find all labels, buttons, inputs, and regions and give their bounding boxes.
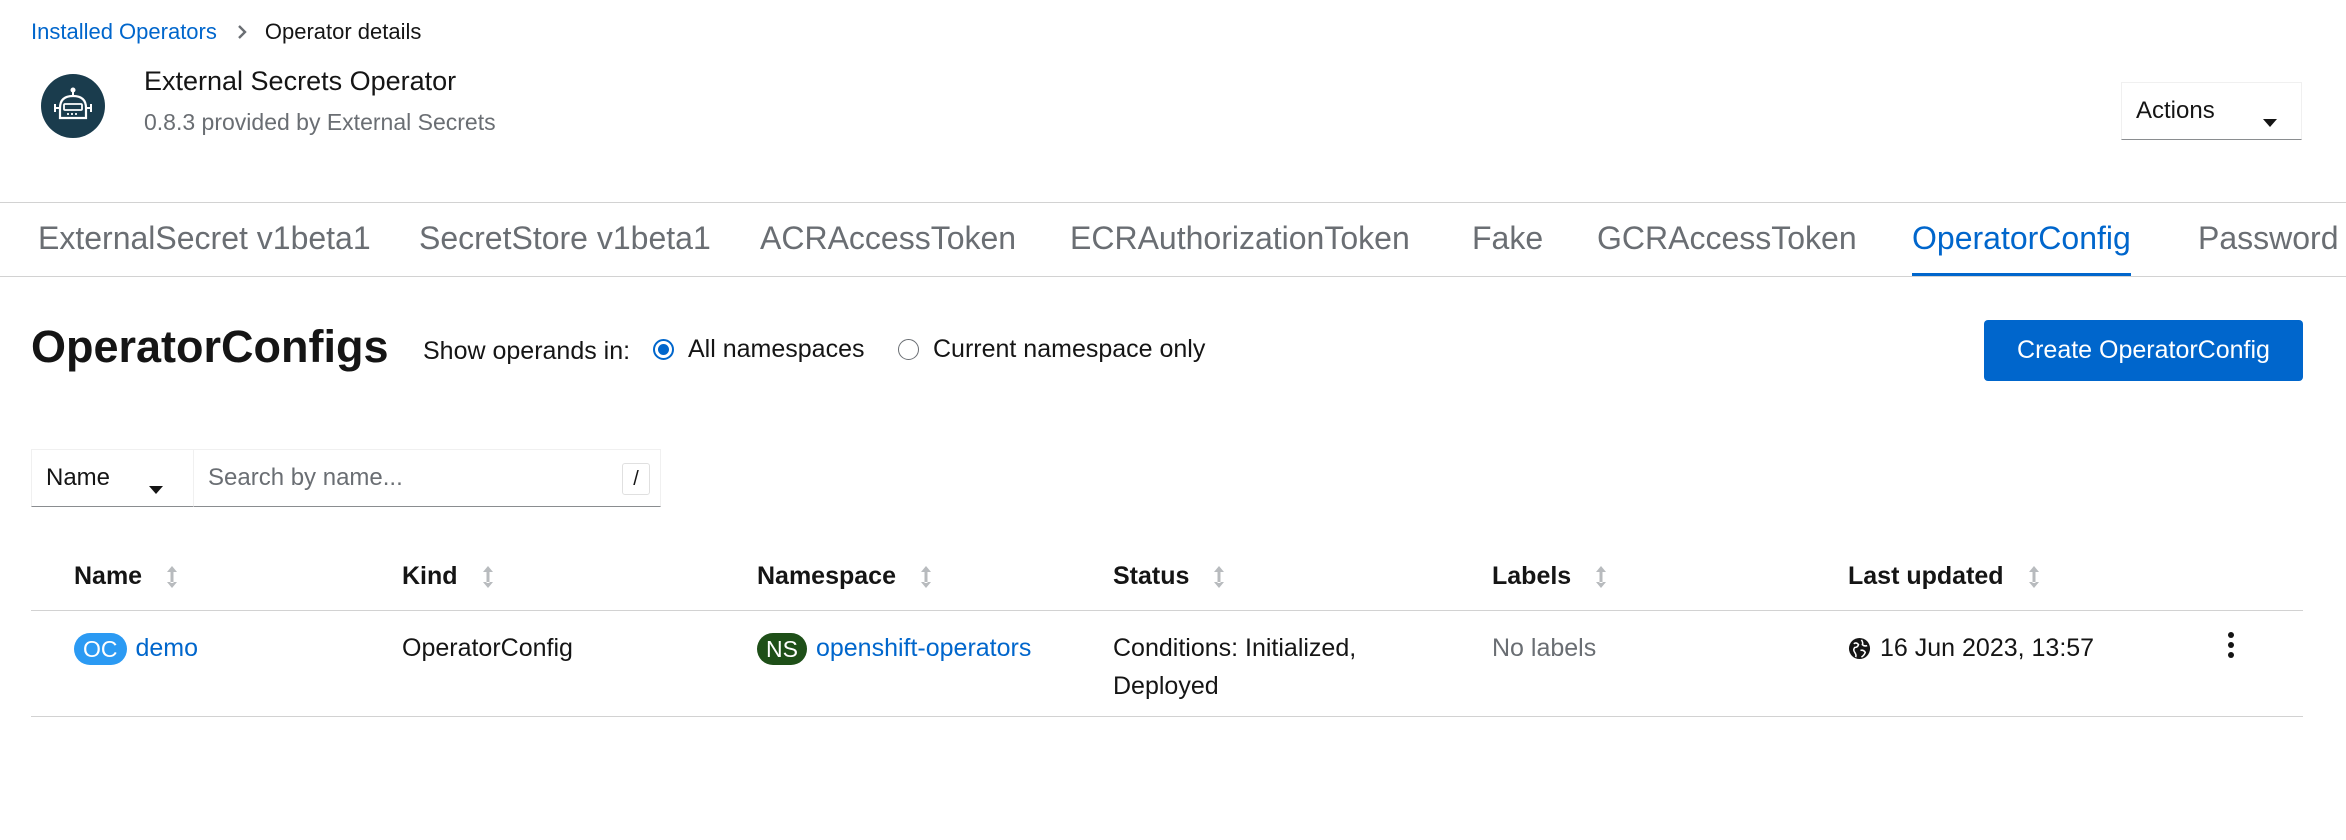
filter-type-select[interactable]: Name xyxy=(31,449,194,507)
breadcrumb: Installed Operators Operator details xyxy=(31,19,421,45)
radio-unchecked-icon xyxy=(898,339,919,360)
operator-subtitle: 0.8.3 provided by External Secrets xyxy=(144,109,496,135)
column-header-name[interactable]: Name xyxy=(74,562,178,591)
table-row-divider xyxy=(31,716,2303,717)
radio-all-namespaces-label: All namespaces xyxy=(688,335,865,363)
sort-icon xyxy=(1213,565,1225,589)
breadcrumb-installed-operators-link[interactable]: Installed Operators xyxy=(31,19,217,45)
globe-icon xyxy=(1848,637,1871,660)
namespace-badge-ns: NS xyxy=(757,633,807,666)
breadcrumb-current: Operator details xyxy=(264,19,422,44)
show-operands-label: Show operands in: xyxy=(423,337,631,365)
actions-dropdown[interactable]: Actions xyxy=(2121,82,2302,140)
tab-gcraccesstoken[interactable]: GCRAccessToken xyxy=(1597,203,1857,276)
create-operatorconfig-button[interactable]: Create OperatorConfig xyxy=(1984,320,2303,381)
search-field: / xyxy=(194,449,661,507)
last-updated-timestamp: 16 Jun 2023, 13:57 xyxy=(1880,634,2095,662)
sort-icon xyxy=(482,565,494,589)
cell-labels: No labels xyxy=(1492,634,1597,662)
cell-status: Conditions: Initialized, Deployed xyxy=(1113,629,1356,705)
robot-icon xyxy=(41,74,105,138)
column-header-last-updated[interactable]: Last updated xyxy=(1848,562,2040,591)
namespace-link[interactable]: openshift-operators xyxy=(816,634,1031,662)
column-header-namespace[interactable]: Namespace xyxy=(757,562,932,591)
column-header-labels[interactable]: Labels xyxy=(1492,562,1607,591)
cell-last-updated: 16 Jun 2023, 13:57 xyxy=(1848,629,2094,667)
caret-down-icon xyxy=(149,474,163,502)
tab-bar: ExternalSecret v1beta1 SecretStore v1bet… xyxy=(0,203,2346,277)
status-line: Deployed xyxy=(1113,672,1219,700)
operator-name: External Secrets Operator xyxy=(144,66,457,96)
cell-name: OC demo xyxy=(74,629,198,667)
radio-current-namespace[interactable]: Current namespace only xyxy=(898,335,1205,364)
column-header-kind[interactable]: Kind xyxy=(402,562,494,591)
tab-fake[interactable]: Fake xyxy=(1472,203,1543,276)
filter-type-value: Name xyxy=(46,464,111,491)
column-header-status[interactable]: Status xyxy=(1113,562,1225,591)
cell-namespace: NS openshift-operators xyxy=(757,629,1031,667)
column-header-label: Last updated xyxy=(1848,562,2004,590)
radio-current-namespace-label: Current namespace only xyxy=(933,335,1206,363)
chevron-right-icon xyxy=(237,24,247,40)
tab-operatorconfig[interactable]: OperatorConfig xyxy=(1912,203,2131,276)
column-header-label: Kind xyxy=(402,562,458,590)
radio-all-namespaces[interactable]: All namespaces xyxy=(653,335,864,364)
tab-externalsecret[interactable]: ExternalSecret v1beta1 xyxy=(38,203,371,276)
page-title: OperatorConfigs xyxy=(31,321,389,372)
sort-icon xyxy=(1595,565,1607,589)
resource-badge-oc: OC xyxy=(74,633,127,666)
tab-acraccesstoken[interactable]: ACRAccessToken xyxy=(760,203,1016,276)
sort-icon xyxy=(920,565,932,589)
column-header-label: Name xyxy=(74,562,143,590)
resource-name-link[interactable]: demo xyxy=(136,634,199,662)
kebab-icon[interactable] xyxy=(2224,630,2238,660)
sort-icon xyxy=(166,565,178,589)
tab-ecrauthorizationtoken[interactable]: ECRAuthorizationToken xyxy=(1070,203,1410,276)
cell-kind: OperatorConfig xyxy=(402,634,573,662)
sort-icon xyxy=(2028,565,2040,589)
tab-secretstore[interactable]: SecretStore v1beta1 xyxy=(419,203,711,276)
radio-checked-icon xyxy=(653,339,674,360)
search-shortcut-hint: / xyxy=(622,463,650,495)
operator-details-page: Installed Operators Operator details Ext… xyxy=(0,0,2346,840)
search-input[interactable] xyxy=(208,464,608,492)
status-line: Conditions: Initialized, xyxy=(1113,634,1357,662)
table-header-divider xyxy=(31,610,2303,611)
caret-down-icon xyxy=(2263,107,2277,135)
column-header-label: Labels xyxy=(1492,562,1572,590)
tab-password[interactable]: Password xyxy=(2198,203,2339,276)
column-header-label: Namespace xyxy=(757,562,896,590)
actions-label: Actions xyxy=(2136,97,2215,124)
column-header-label: Status xyxy=(1113,562,1190,590)
